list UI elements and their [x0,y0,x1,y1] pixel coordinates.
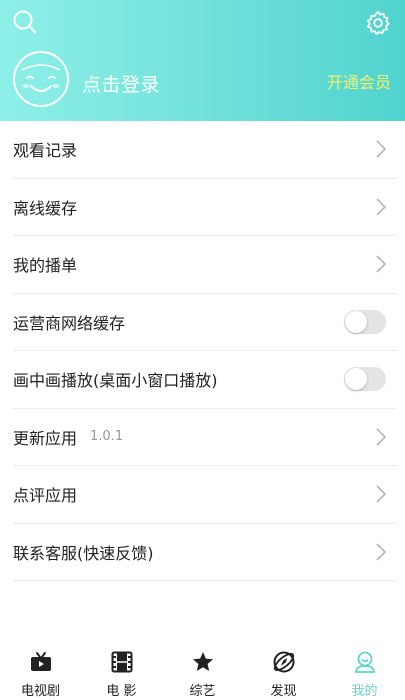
carrier-cache-toggle[interactable] [344,309,386,334]
profile-icon [354,651,375,673]
tab-label: 电视剧 [20,684,60,699]
menu-item-label: 联系客服(快速反馈) [13,543,154,563]
settings-menu: 观看记录 离线缓存 我的播单 运营商网络缓存 画中画播放(桌面小窗口播放) 更新… [0,121,405,581]
menu-item-label: 运营商网络缓存 [13,313,126,333]
chevron-right-icon [376,485,387,503]
menu-item-support[interactable]: 联系客服(快速反馈) [13,524,397,581]
tab-label: 电 影 [106,684,137,699]
tab-label: 综艺 [189,684,216,699]
bottom-tab-bar: 电视剧 电 影 综艺 发现 我的 [0,644,405,700]
menu-item-label: 画中画播放(桌面小窗口播放) [13,371,218,391]
pip-toggle[interactable] [344,367,386,392]
menu-item-pip: 画中画播放(桌面小窗口播放) [13,351,397,409]
tv-icon [30,652,51,671]
vip-link[interactable]: 开通会员 [327,69,391,93]
tab-label: 我的 [351,684,378,699]
chevron-right-icon [376,543,387,561]
tab-mine[interactable]: 我的 [324,644,405,700]
search-icon[interactable] [12,9,38,35]
login-link[interactable]: 点击登录 [82,70,160,97]
tab-discover[interactable]: 发现 [243,644,324,700]
toggle-knob [345,310,367,333]
menu-item-offline-cache[interactable]: 离线缓存 [13,179,397,236]
menu-item-playlists[interactable]: 我的播单 [13,236,397,294]
menu-item-label: 更新应用 [13,428,78,448]
star-icon [192,652,213,671]
gear-icon[interactable] [365,10,391,36]
chevron-right-icon [376,428,387,446]
toggle-knob [345,368,367,391]
tab-variety[interactable]: 综艺 [162,644,243,700]
tab-label: 发现 [270,684,297,699]
discover-icon [273,651,294,673]
menu-item-label: 点评应用 [13,486,78,506]
version-text: 1.0.1 [90,429,124,445]
menu-item-carrier-cache: 运营商网络缓存 [13,294,397,351]
chevron-right-icon [376,198,387,216]
avatar[interactable] [12,50,70,108]
profile-header: 点击登录 开通会员 [0,0,405,121]
tab-tv[interactable]: 电视剧 [0,644,81,700]
menu-item-label: 观看记录 [13,141,78,161]
menu-item-label: 离线缓存 [13,198,78,218]
chevron-right-icon [376,140,387,158]
menu-item-label: 我的播单 [13,256,78,276]
chevron-right-icon [376,255,387,273]
menu-item-rate-app[interactable]: 点评应用 [13,466,397,524]
tab-movie[interactable]: 电 影 [81,644,162,700]
film-icon [111,651,132,673]
menu-item-history[interactable]: 观看记录 [13,121,397,179]
menu-item-update-app[interactable]: 更新应用 1.0.1 [13,409,397,466]
